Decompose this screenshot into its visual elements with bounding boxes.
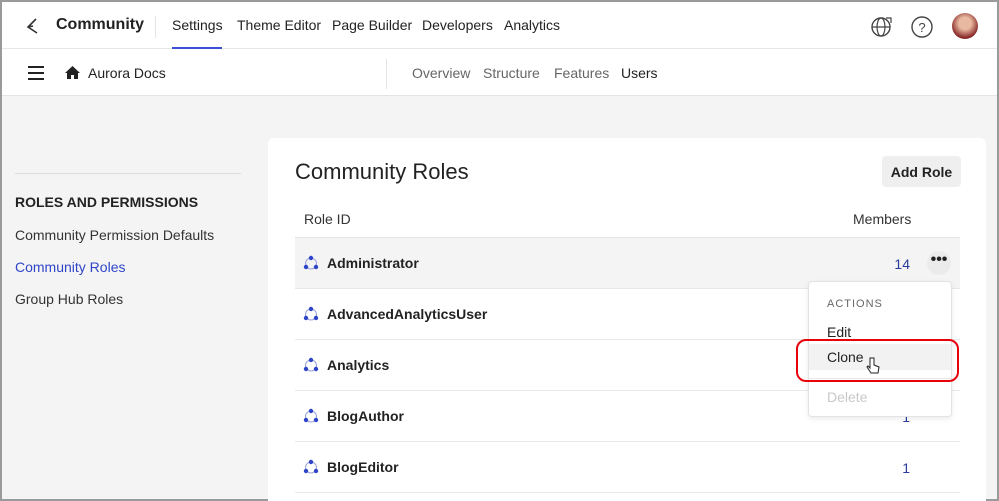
top-nav: Community Settings Theme Editor Page Bui… bbox=[2, 2, 997, 49]
sidebar-item-group-hub-roles[interactable]: Group Hub Roles bbox=[15, 291, 123, 307]
tab-analytics[interactable]: Analytics bbox=[504, 17, 560, 33]
role-icon bbox=[303, 357, 319, 372]
tab-features[interactable]: Features bbox=[554, 65, 609, 81]
role-name[interactable]: Administrator bbox=[327, 255, 419, 271]
sub-bar: Aurora Docs Overview Structure Features … bbox=[2, 49, 997, 96]
role-icon bbox=[303, 459, 319, 474]
column-header-members: Members bbox=[853, 211, 912, 227]
menu-item-edit[interactable]: Edit bbox=[827, 324, 851, 340]
avatar[interactable] bbox=[952, 13, 978, 39]
member-count[interactable]: 1 bbox=[902, 460, 910, 476]
role-name[interactable]: Analytics bbox=[327, 357, 389, 373]
role-name[interactable]: BlogAuthor bbox=[327, 408, 404, 424]
community-logo-icon bbox=[26, 18, 38, 34]
add-role-button[interactable]: Add Role bbox=[882, 156, 961, 187]
divider bbox=[15, 173, 241, 174]
tab-page-builder[interactable]: Page Builder bbox=[332, 17, 412, 33]
member-count[interactable]: 14 bbox=[894, 256, 910, 272]
globe-icon[interactable] bbox=[870, 15, 894, 39]
tab-users[interactable]: Users bbox=[621, 65, 658, 81]
role-name[interactable]: BlogEditor bbox=[327, 459, 399, 475]
sidebar-heading: ROLES AND PERMISSIONS bbox=[15, 194, 199, 210]
sidebar-item-community-roles[interactable]: Community Roles bbox=[15, 259, 125, 275]
tab-structure[interactable]: Structure bbox=[483, 65, 540, 81]
divider bbox=[386, 59, 387, 89]
role-name[interactable]: AdvancedAnalyticsUser bbox=[327, 306, 487, 322]
pointer-hand-cursor-icon bbox=[866, 357, 880, 374]
svg-text:?: ? bbox=[918, 20, 925, 35]
page-title: Community Roles bbox=[295, 159, 469, 184]
help-icon[interactable]: ? bbox=[910, 15, 934, 39]
column-header-role-id: Role ID bbox=[304, 211, 351, 227]
tab-theme-editor[interactable]: Theme Editor bbox=[237, 17, 321, 33]
brand-name[interactable]: Community bbox=[56, 16, 144, 34]
tab-settings[interactable]: Settings bbox=[172, 17, 223, 33]
more-actions-button[interactable]: ••• bbox=[927, 251, 951, 275]
role-icon bbox=[303, 255, 319, 270]
site-name[interactable]: Aurora Docs bbox=[88, 65, 166, 81]
home-icon bbox=[65, 66, 80, 79]
tab-overview[interactable]: Overview bbox=[412, 65, 470, 81]
table-row[interactable]: BlogEditor 1 bbox=[295, 442, 960, 493]
role-icon bbox=[303, 408, 319, 423]
sidebar-item-permission-defaults[interactable]: Community Permission Defaults bbox=[15, 227, 214, 243]
menu-heading: ACTIONS bbox=[827, 298, 883, 310]
divider bbox=[155, 16, 156, 38]
hamburger-menu-icon[interactable] bbox=[28, 66, 44, 80]
menu-item-delete[interactable]: Delete bbox=[827, 389, 867, 405]
role-icon bbox=[303, 306, 319, 321]
tab-developers[interactable]: Developers bbox=[422, 17, 493, 33]
